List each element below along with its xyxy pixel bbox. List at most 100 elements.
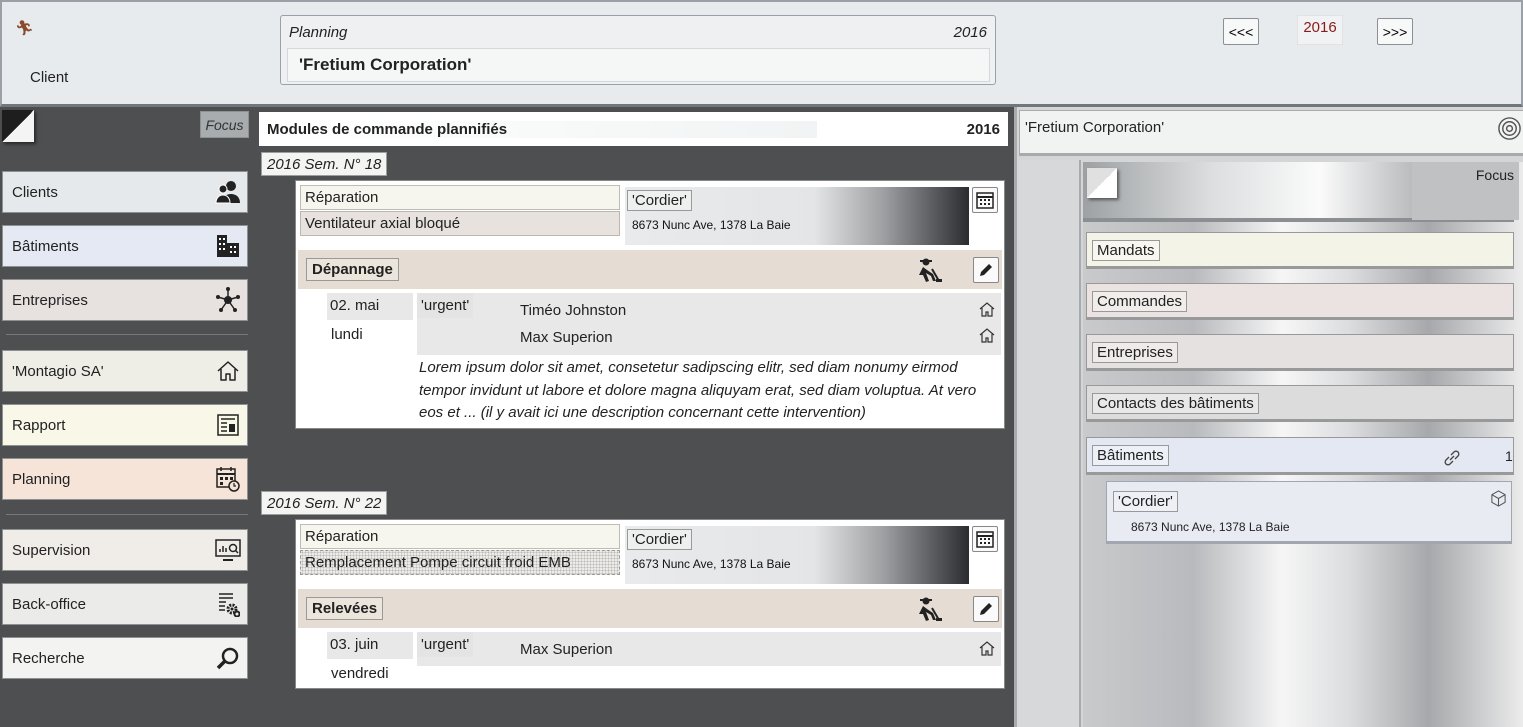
sidebar-item-recherche[interactable]: Recherche	[2, 637, 248, 679]
intervention-date: 03. juin	[327, 632, 413, 659]
collapse-corner-toggle[interactable]	[2, 110, 34, 142]
technician-name[interactable]: Timéo Johnston	[520, 302, 626, 319]
current-year: 2016	[1297, 15, 1343, 45]
link-icon[interactable]	[1443, 449, 1461, 467]
sidebar-item-entreprises[interactable]: Entreprises	[2, 279, 248, 321]
relation-contacts-batiments[interactable]: Contacts des bâtiments	[1086, 385, 1514, 422]
relation-label: Bâtiments	[1092, 445, 1169, 466]
order-description[interactable]: Remplacement Pompe circuit froid EMB	[300, 550, 620, 575]
relation-mandats[interactable]: Mandats	[1086, 232, 1514, 269]
priority-tag: 'urgent'	[417, 632, 474, 657]
assignment-box: 'urgent' Timéo Johnston Max Superion	[417, 293, 1001, 355]
right-side-strip	[1017, 160, 1081, 727]
buildings-count: 1	[1505, 448, 1513, 464]
planning-year: 2016	[953, 24, 987, 41]
planned-modules-title: Modules de commande plannifiés	[267, 120, 818, 138]
previous-year-button[interactable]: <<<	[1223, 18, 1259, 45]
sidebar-item-label: Entreprises	[12, 291, 88, 309]
client-detail-header: 'Fretium Corporation'	[1019, 110, 1523, 156]
next-year-button[interactable]: >>>	[1377, 18, 1413, 45]
building-name[interactable]: 'Cordier'	[627, 190, 692, 211]
building-address: 8673 Nunc Ave, 1378 La Baie	[632, 218, 791, 232]
search-icon	[215, 645, 241, 671]
sidebar-divider	[6, 334, 248, 335]
intervention-date: 02. mai	[327, 293, 413, 320]
relation-label: Contacts des bâtiments	[1092, 393, 1259, 414]
collapse-corner-toggle[interactable]	[1087, 168, 1117, 198]
order-card: Réparation Ventilateur axial bloqué 'Cor…	[295, 180, 1005, 429]
sidebar: Focus Clients Bâtiments Entreprises 'Mon…	[0, 107, 253, 727]
sidebar-item-clients[interactable]: Clients	[2, 171, 248, 213]
calendar-icon	[976, 192, 994, 209]
planned-modules-year: 2016	[966, 120, 1000, 138]
planning-title: Planning	[289, 24, 348, 41]
client-detail-panel: 'Fretium Corporation' Focus Mandats Comm…	[1014, 107, 1523, 727]
sidebar-item-label: Planning	[12, 470, 71, 488]
client-label: Client	[30, 69, 69, 86]
sidebar-item-planning[interactable]: Planning	[2, 458, 248, 500]
relation-label: Commandes	[1092, 291, 1188, 312]
intervention-weekday: vendredi	[331, 665, 389, 682]
order-type: Réparation	[300, 524, 620, 549]
sidebar-item-rapport[interactable]: Rapport	[2, 404, 248, 446]
relation-entreprises[interactable]: Entreprises	[1086, 334, 1514, 371]
home-icon	[979, 641, 995, 656]
planned-modules-header: Modules de commande plannifiés 2016	[259, 112, 1008, 146]
planned-modules-panel: Modules de commande plannifiés 2016 2016…	[257, 107, 1014, 727]
sidebar-item-batiments[interactable]: Bâtiments	[2, 225, 248, 267]
assignment-box: 'urgent' Max Superion	[417, 632, 1001, 666]
cube-icon[interactable]	[1490, 490, 1507, 507]
order-card: Réparation Remplacement Pompe circuit fr…	[295, 519, 1005, 689]
buildings-icon	[215, 233, 241, 259]
monitor-icon	[215, 537, 241, 563]
worker-icon	[919, 597, 942, 621]
relation-commandes[interactable]: Commandes	[1086, 283, 1514, 320]
calendar-button[interactable]	[972, 187, 998, 213]
building-box: 'Cordier' 8673 Nunc Ave, 1378 La Baie	[625, 526, 969, 584]
pencil-icon	[980, 603, 992, 615]
relation-label: Mandats	[1092, 240, 1160, 261]
order-type: Réparation	[300, 185, 620, 210]
intervention-note: Lorem ipsum dolor sit amet, consetetur s…	[419, 359, 977, 421]
week-label: 2016 Sem. N° 22	[261, 491, 388, 515]
worker-icon	[919, 258, 942, 282]
building-name[interactable]: 'Cordier'	[627, 529, 692, 550]
priority-tag: 'urgent'	[417, 293, 474, 318]
home-icon	[215, 358, 241, 384]
settings-doc-icon	[215, 591, 241, 617]
sidebar-item-label: Back-office	[12, 595, 86, 613]
sidebar-item-montagio[interactable]: 'Montagio SA'	[2, 350, 248, 392]
sidebar-item-label: Recherche	[12, 649, 85, 667]
building-address: 8673 Nunc Ave, 1378 La Baie	[632, 557, 791, 571]
technician-name[interactable]: Max Superion	[520, 641, 613, 658]
home-icon	[979, 328, 995, 343]
category-label: Relevées	[306, 597, 384, 620]
intervention-weekday: lundi	[331, 326, 363, 343]
sidebar-item-label: Clients	[12, 183, 58, 201]
users-icon	[215, 179, 241, 205]
sidebar-item-label: 'Montagio SA'	[12, 362, 104, 380]
technician-name[interactable]: Max Superion	[520, 329, 613, 346]
sidebar-item-back-office[interactable]: Back-office	[2, 583, 248, 625]
calendar-button[interactable]	[972, 526, 998, 552]
focus-button[interactable]: Focus	[1412, 162, 1519, 220]
network-icon	[215, 287, 241, 313]
sidebar-item-supervision[interactable]: Supervision	[2, 529, 248, 571]
edit-button[interactable]	[973, 257, 999, 283]
app-header: 🏃︎ Client Planning 2016 'Fretium Corpora…	[0, 0, 1523, 107]
planning-panel: Planning 2016 'Fretium Corporation'	[280, 15, 996, 85]
runner-logo-icon[interactable]: 🏃︎	[15, 19, 34, 37]
client-name: 'Fretium Corporation'	[1025, 119, 1165, 136]
order-description[interactable]: Ventilateur axial bloqué	[300, 211, 620, 236]
relations-toolbar: Focus	[1083, 162, 1519, 222]
category-label: Dépannage	[306, 258, 399, 281]
focus-button[interactable]: Focus	[200, 111, 249, 138]
sidebar-item-label: Bâtiments	[12, 237, 79, 255]
edit-button[interactable]	[973, 596, 999, 622]
linked-building-card[interactable]: 'Cordier' 8673 Nunc Ave, 1378 La Baie	[1106, 481, 1512, 544]
calendar-icon	[976, 531, 994, 548]
target-icon[interactable]	[1497, 116, 1522, 141]
building-name[interactable]: 'Cordier'	[1113, 491, 1178, 512]
sidebar-divider	[6, 514, 248, 515]
relation-batiments[interactable]: Bâtiments 1	[1086, 437, 1514, 475]
